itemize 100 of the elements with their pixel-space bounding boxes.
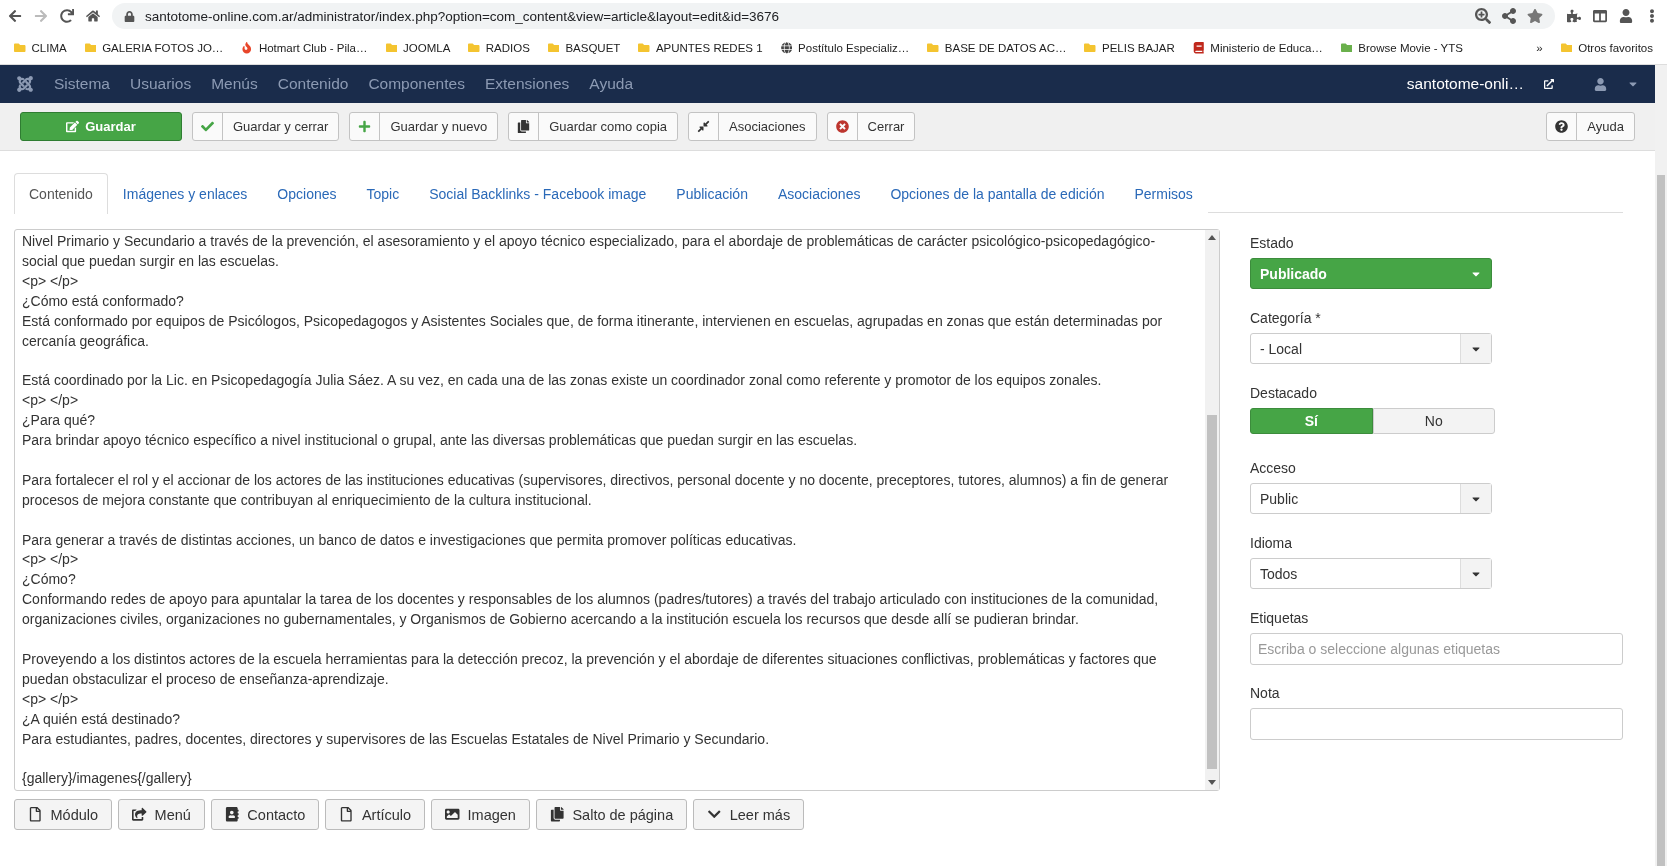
bookmark[interactable]: BASE DE DATOS AC…: [919, 42, 1075, 54]
toolbar-button[interactable]: Guardar y cerrar: [192, 112, 340, 141]
sidebar-icon[interactable]: [1593, 9, 1607, 23]
editor-line: Está coordinado por la Lic. en Psicopedagogía Julia Sáez. A su vez, en cada una de las zonas existe un coordinador zonal como referente y promotor de los equipos zonales.: [22, 371, 1103, 391]
editor-button[interactable]: Contacto: [210, 799, 320, 830]
copy-icon: [549, 807, 565, 822]
share-icon[interactable]: [1501, 8, 1517, 24]
bookmark[interactable]: BASQUET: [539, 42, 629, 54]
bookmark[interactable]: Hotmart Club - Pila…: [233, 42, 376, 54]
nav-item[interactable]: Usuarios: [130, 75, 192, 93]
reload-icon[interactable]: [60, 9, 74, 23]
editor-line: organizaciones civiles, organizaciones no gubernamentales, y Organismos de Gobierno acercando a la institución escuela los recursos que desde allí se pudieran brindar.: [22, 610, 1080, 630]
toolbar-button[interactable]: Cerrar: [826, 112, 916, 141]
select-field[interactable]: Public: [1250, 483, 1492, 514]
editor-line: <p> </p>: [22, 391, 80, 411]
editor-button[interactable]: Artículo: [325, 799, 426, 830]
folder-icon: [1560, 42, 1573, 54]
bookmark[interactable]: APUNTES REDES 1: [630, 42, 771, 54]
editor-button[interactable]: Leer más: [693, 799, 805, 830]
text-field[interactable]: Escriba o seleccione algunas etiquetas: [1250, 633, 1623, 665]
scrollbar[interactable]: [1205, 230, 1219, 790]
bookmark[interactable]: RADIOS: [460, 42, 538, 54]
editor-line: Para generar a través de distintas acciones, un banco de datos e investigaciones que permita promover políticas educativas.: [22, 530, 798, 550]
user-icon[interactable]: [1594, 77, 1607, 91]
editor-line: {gallery}/imagenes{/gallery}: [22, 769, 193, 789]
compress-icon: [697, 120, 710, 133]
field-label: Acceso: [1250, 460, 1297, 476]
editor-line: puedan obstaculizar el proceso de enseñanza-aprendizaje.: [22, 669, 390, 689]
field-label: Idioma: [1250, 535, 1294, 551]
field-label: Destacado: [1250, 385, 1318, 401]
url-text: santotome-online.com.ar/administrator/index.php?option=com_content&view=article&layout=edit&id=3676: [145, 8, 780, 24]
folder-icon: [638, 42, 650, 54]
home-icon[interactable]: [86, 9, 100, 23]
editor-button[interactable]: Imagen: [431, 799, 530, 830]
file-icon: [28, 807, 43, 822]
nav-item[interactable]: Menús: [211, 75, 258, 93]
share-icon: [132, 807, 147, 822]
flame-icon: [241, 42, 253, 54]
editor-line: <p> </p>: [22, 689, 80, 709]
nav-item[interactable]: Sistema: [54, 75, 110, 93]
bookmark[interactable]: JOOMLA: [377, 42, 459, 54]
article-editor[interactable]: [14, 229, 1220, 791]
editor-line: <p> </p>: [22, 550, 80, 570]
back-icon[interactable]: [8, 9, 22, 23]
address-book-icon: [224, 807, 240, 822]
bookmark[interactable]: CLIMA: [6, 42, 75, 54]
nav-item[interactable]: Contenido: [277, 75, 349, 93]
folder-icon: [84, 42, 97, 54]
field-label: Categoría *: [1250, 310, 1322, 326]
toggle-option[interactable]: No: [1372, 408, 1495, 434]
close-icon: [835, 120, 849, 133]
scroll-down-icon[interactable]: [1208, 780, 1216, 785]
field-label: Etiquetas: [1250, 610, 1310, 626]
tab[interactable]: Contenido: [14, 173, 108, 214]
field-label: Estado: [1250, 235, 1295, 251]
editor-line: Conformando redes de apoyo para apuntalar la tarea de los docentes y responsables de los alumnos (padres/tutores) a través del trabajo articulado con instituciones de la comunidad,: [22, 590, 1160, 610]
select-field[interactable]: Todos: [1250, 558, 1492, 589]
plus-icon: [358, 120, 372, 133]
page-scrollbar[interactable]: [1655, 65, 1667, 866]
text-field[interactable]: [1250, 708, 1623, 740]
editor-line: Nivel Primario y Secundario a través de la prevención, el asesoramiento y el apoyo técnico especializado, para el abordaje de problemáticas de carácter psicológico-psicopedagógico-: [22, 232, 1157, 251]
toolbar-button[interactable]: Guardar y nuevo: [349, 112, 499, 141]
nav-item[interactable]: Ayuda: [589, 75, 633, 93]
address-bar[interactable]: santotome-online.com.ar/administrator/index.php?option=com_content&view=article&layout=edit&id=3676: [112, 3, 1555, 29]
bookmark[interactable]: GALERIA FOTOS JO…: [76, 42, 232, 54]
avatar-icon[interactable]: [1619, 9, 1633, 23]
folder-icon: [468, 42, 480, 54]
toolbar-button[interactable]: Guardar como copia: [508, 112, 678, 141]
folder-icon: [385, 42, 397, 54]
editor-line: Para estudiantes, padres, docentes, directores y supervisores de las Escuelas Estatales de Nivel Primario y Secundario.: [22, 729, 771, 749]
editor-line: ¿Cómo está conformado?: [22, 291, 185, 311]
zoom-icon[interactable]: [1475, 8, 1491, 24]
toolbar-button[interactable]: Asociaciones: [688, 112, 817, 141]
select-field[interactable]: - Local: [1250, 333, 1492, 364]
book-icon: [1192, 42, 1205, 54]
editor-button[interactable]: Módulo: [14, 799, 113, 830]
editor-line: social que puedan surgir en las escuelas.: [22, 251, 280, 271]
bookmark[interactable]: Postítulo Especializ…: [772, 42, 918, 54]
folder-icon: [1084, 42, 1096, 54]
editor-button[interactable]: Salto de página: [535, 799, 688, 830]
lock-icon: [124, 10, 135, 22]
more-bookmarks[interactable]: »: [1528, 42, 1551, 54]
editor-button[interactable]: Menú: [118, 799, 205, 830]
bookmark[interactable]: Otros favoritos: [1552, 42, 1661, 54]
bookmark[interactable]: Ministerio de Educa…: [1184, 42, 1331, 54]
editor-line: <p> </p>: [22, 271, 80, 291]
nav-item[interactable]: Componentes: [368, 75, 465, 93]
help-button[interactable]: Ayuda: [1546, 112, 1635, 141]
editor-line: Está conformado por equipos de Psicólogos, Psicopedagogos y Asistentes Sociales que, de forma itinerante, intervienen en escuelas, agrupadas en zonas que están determinadas por: [22, 311, 1164, 331]
bookmark[interactable]: Browse Movie - YTS: [1332, 42, 1471, 54]
star-icon[interactable]: [1527, 8, 1543, 24]
copy-icon: [517, 120, 531, 133]
bookmark[interactable]: PELIS BAJAR: [1076, 42, 1183, 54]
external-link-icon: [1544, 79, 1554, 89]
extensions-icon[interactable]: [1567, 9, 1581, 23]
logo-icon[interactable]: [16, 75, 34, 93]
site-link[interactable]: santotome-onli…: [1406, 75, 1524, 93]
scroll-up-icon[interactable]: [1208, 235, 1216, 240]
nav-item[interactable]: Extensiones: [484, 75, 570, 93]
folder-icon: [547, 42, 560, 54]
